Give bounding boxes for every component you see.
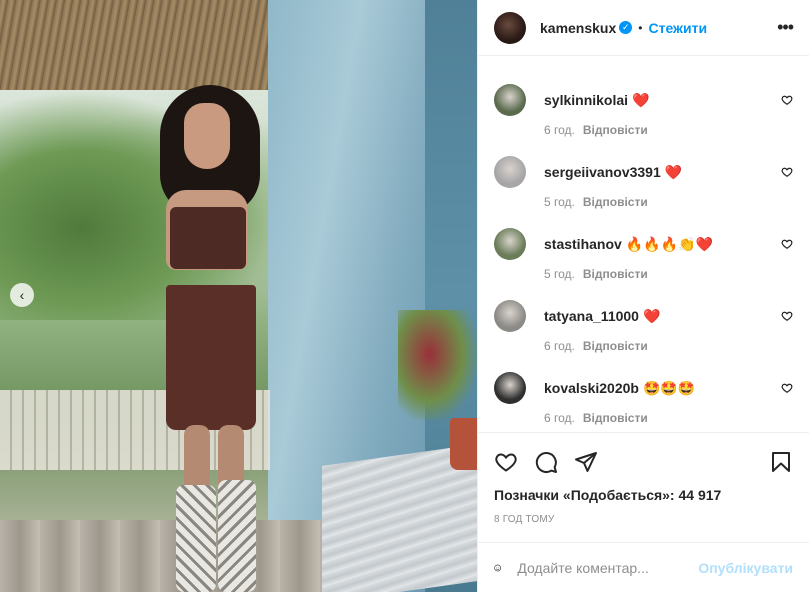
- chevron-left-icon: ‹: [19, 287, 25, 303]
- comment-line: sergeiivanov3391 ❤️: [544, 156, 793, 181]
- separator: •: [638, 20, 643, 35]
- comment-meta: 6 год. Відповісти: [544, 411, 793, 425]
- comment-meta: 6 год. Відповісти: [544, 339, 793, 353]
- photo-roof: [0, 0, 270, 90]
- avatar[interactable]: [494, 156, 526, 188]
- comment-meta: 5 год. Відповісти: [544, 195, 793, 209]
- comment-item: stastihanov 🔥🔥🔥👏❤️ 5 год. Відповісти: [494, 228, 793, 281]
- verified-badge-icon: ✓: [619, 21, 633, 34]
- likes-count[interactable]: Позначки «Подобається»: 44 917: [494, 487, 721, 503]
- add-comment-bar: Опублікувати: [478, 542, 809, 592]
- photo-woman: [148, 85, 293, 592]
- comment-meta: 6 год. Відповісти: [544, 123, 793, 137]
- comment-body: sergeiivanov3391 ❤️ 5 год. Відповісти: [544, 156, 793, 209]
- comment-username[interactable]: stastihanov: [544, 236, 622, 252]
- avatar[interactable]: [494, 300, 526, 332]
- comment-time[interactable]: 6 год.: [544, 411, 575, 425]
- comment-line: stastihanov 🔥🔥🔥👏❤️: [544, 228, 793, 253]
- bookmark-icon[interactable]: [769, 450, 793, 474]
- comment-username[interactable]: tatyana_11000: [544, 308, 639, 324]
- comment-heart-icon[interactable]: [781, 382, 793, 394]
- comment-text: 🤩🤩🤩: [642, 380, 696, 396]
- comment-time[interactable]: 6 год.: [544, 123, 575, 137]
- reply-button[interactable]: Відповісти: [583, 339, 648, 353]
- comment-time[interactable]: 5 год.: [544, 267, 575, 281]
- post-username[interactable]: kamenskux: [540, 20, 616, 36]
- comment-item: sergeiivanov3391 ❤️ 5 год. Відповісти: [494, 156, 793, 209]
- comment-item: sylkinnikolai ❤️ 6 год. Відповісти: [494, 84, 793, 137]
- comment-heart-icon[interactable]: [781, 166, 793, 178]
- photo-plant: [398, 310, 477, 420]
- woman-boot: [218, 480, 256, 592]
- avatar[interactable]: [494, 228, 526, 260]
- comment-item: tatyana_11000 ❤️ 6 год. Відповісти: [494, 300, 793, 353]
- comment-text: ❤️: [664, 164, 683, 180]
- comment-line: tatyana_11000 ❤️: [544, 300, 793, 325]
- avatar[interactable]: [494, 11, 526, 44]
- comment-text: 🔥🔥🔥👏❤️: [625, 236, 713, 252]
- woman-face: [184, 103, 230, 169]
- comment-input[interactable]: [517, 559, 699, 576]
- comment-heart-icon[interactable]: [781, 94, 793, 106]
- comment-text: ❤️: [632, 92, 650, 108]
- post-panel: kamenskux ✓ • Стежити ••• sylkinnikolai ❤…: [477, 0, 809, 592]
- comment-username[interactable]: sergeiivanov3391: [544, 164, 661, 180]
- comment-username[interactable]: sylkinnikolai: [544, 92, 628, 108]
- comment-time[interactable]: 5 год.: [544, 195, 575, 209]
- comment-body: sylkinnikolai ❤️ 6 год. Відповісти: [544, 84, 793, 137]
- comment-heart-icon[interactable]: [781, 238, 793, 250]
- photo-pot: [450, 418, 477, 470]
- comment-username[interactable]: kovalski2020b: [544, 380, 639, 396]
- post-photo[interactable]: ‹: [0, 0, 477, 592]
- comment-body: stastihanov 🔥🔥🔥👏❤️ 5 год. Відповісти: [544, 228, 793, 281]
- woman-boot: [176, 485, 216, 592]
- reply-button[interactable]: Відповісти: [583, 195, 648, 209]
- emoji-icon[interactable]: [494, 556, 502, 580]
- comment-body: tatyana_11000 ❤️ 6 год. Відповісти: [544, 300, 793, 353]
- comment-icon[interactable]: [534, 450, 558, 474]
- share-icon[interactable]: [574, 450, 598, 474]
- publish-button[interactable]: Опублікувати: [698, 560, 793, 576]
- reply-button[interactable]: Відповісти: [583, 411, 648, 425]
- comment-time[interactable]: 6 год.: [544, 339, 575, 353]
- woman-top: [170, 207, 246, 269]
- heart-icon[interactable]: [494, 450, 518, 474]
- reply-button[interactable]: Відповісти: [583, 123, 648, 137]
- comment-line: kovalski2020b 🤩🤩🤩: [544, 372, 793, 397]
- avatar[interactable]: [494, 372, 526, 404]
- comment-item: kovalski2020b 🤩🤩🤩 6 год. Відповісти: [494, 372, 793, 425]
- avatar[interactable]: [494, 84, 526, 116]
- post-header: kamenskux ✓ • Стежити •••: [478, 0, 809, 56]
- carousel-prev-button[interactable]: ‹: [10, 283, 34, 307]
- follow-button[interactable]: Стежити: [648, 20, 707, 36]
- comment-line: sylkinnikolai ❤️: [544, 84, 793, 109]
- comment-body: kovalski2020b 🤩🤩🤩 6 год. Відповісти: [544, 372, 793, 425]
- comment-text: ❤️: [642, 308, 661, 324]
- comment-meta: 5 год. Відповісти: [544, 267, 793, 281]
- action-bar: [478, 432, 809, 490]
- comments-list[interactable]: sylkinnikolai ❤️ 6 год. Відповісти sergeiiva…: [478, 56, 809, 432]
- post-time[interactable]: 8 ГОД ТОМУ: [494, 514, 554, 525]
- reply-button[interactable]: Відповісти: [583, 267, 648, 281]
- comment-heart-icon[interactable]: [781, 310, 793, 322]
- more-options-icon[interactable]: •••: [777, 17, 794, 38]
- woman-skirt: [166, 285, 256, 430]
